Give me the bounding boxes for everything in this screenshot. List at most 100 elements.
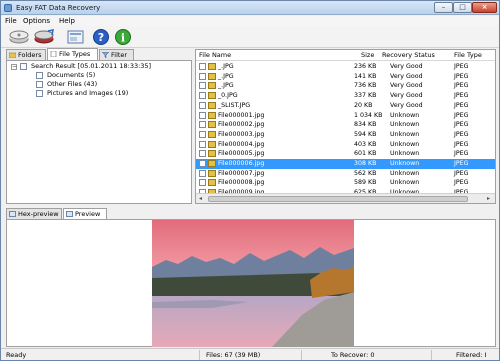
column-file-name[interactable]: File Name [199,51,231,59]
title-bar[interactable]: Easy FAT Data Recovery – □ × [1,1,499,15]
table-row[interactable]: File000004.jpg 403 KB Unknown JPEG [196,140,495,150]
row-checkbox[interactable] [199,160,206,167]
tree-item-checkbox[interactable] [36,72,43,79]
scrollbar-thumb[interactable] [208,196,468,202]
disk-icon[interactable] [9,29,29,45]
tree-item-label: Documents (5) [47,71,96,79]
cell-file-type: JPEG [454,92,469,100]
status-divider [199,350,200,360]
table-row[interactable]: File000001.jpg 1 034 KB Unknown JPEG [196,111,495,121]
info-icon[interactable]: i [115,29,131,45]
row-checkbox[interactable] [199,150,206,158]
row-checkbox[interactable] [199,111,206,119]
row-checkbox[interactable] [199,101,206,109]
cell-recovery-status: Very Good [390,82,423,90]
cell-file-type: JPEG [454,82,469,90]
disk-recover-icon[interactable] [33,29,55,45]
cell-file-name: _0.JPG [218,92,238,100]
scroll-left-arrow[interactable]: ◂ [199,195,202,202]
jpeg-file-icon [208,179,216,187]
tab-filter-label: Filter [111,51,128,59]
table-row[interactable]: File000002.jpg 834 KB Unknown JPEG [196,120,495,130]
maximize-button[interactable]: □ [453,2,472,13]
status-bar: Ready Files: 67 (39 MB) To Recover: 0 Fi… [1,348,499,360]
row-checkbox[interactable] [199,72,206,80]
column-file-type[interactable]: File Type [454,51,482,59]
status-ready: Ready [6,351,27,359]
tree-collapse-toggle[interactable]: − [11,64,17,70]
table-row[interactable]: File000003.jpg 594 KB Unknown JPEG [196,130,495,140]
menu-options[interactable]: Options [23,17,50,25]
jpeg-file-icon [208,92,216,100]
svg-text:?: ? [98,31,104,44]
cell-recovery-status: Unknown [390,169,420,177]
row-checkbox[interactable] [199,63,206,70]
jpeg-file-icon [208,101,216,109]
tree-root-checkbox[interactable] [20,63,27,70]
cell-recovery-status: Unknown [390,140,420,148]
close-button[interactable]: × [472,2,497,13]
tree-item-checkbox[interactable] [36,90,43,97]
jpeg-file-icon [208,121,216,129]
menu-file[interactable]: File [5,17,17,25]
cell-size: 594 KB [354,130,377,138]
table-row[interactable]: File000007.jpg 562 KB Unknown JPEG [196,169,495,179]
svg-text:i: i [121,32,125,45]
help-icon[interactable]: ? [93,29,109,45]
row-checkbox[interactable] [199,92,206,100]
row-checkbox[interactable] [199,169,206,177]
tab-folders[interactable]: Folders [6,49,46,60]
menu-help[interactable]: Help [59,17,75,25]
row-checkbox[interactable] [199,130,206,138]
cell-file-name: _SLIST.JPG [218,101,251,109]
cell-size: 20 KB [354,101,373,109]
cell-size: 834 KB [354,121,377,129]
table-row[interactable]: _.JPG 736 KB Very Good JPEG [196,81,495,91]
table-row[interactable]: _.JPG 141 KB Very Good JPEG [196,72,495,82]
tab-hex-preview[interactable]: Hex-preview [6,208,62,219]
column-size[interactable]: Size [361,51,374,59]
row-checkbox[interactable] [199,82,206,90]
tree-item-checkbox[interactable] [36,81,43,88]
list-header: File Name Size Recovery Status File Type [196,50,495,61]
jpeg-file-icon [208,111,216,119]
jpeg-file-icon [208,169,216,177]
tab-file-types[interactable]: File Types [47,48,98,60]
jpeg-file-icon [208,82,216,90]
filter-icon [102,52,109,58]
column-recovery-status[interactable]: Recovery Status [382,51,435,59]
table-row[interactable]: File000008.jpg 589 KB Unknown JPEG [196,178,495,188]
cell-file-type: JPEG [454,160,469,167]
jpeg-file-icon [208,160,216,167]
cell-file-type: JPEG [454,101,469,109]
tab-filter[interactable]: Filter [99,49,134,60]
scroll-right-arrow[interactable]: ▸ [487,195,490,202]
status-divider [301,350,302,360]
file-types-tree: − Search Result [05.01.2011 18:33:35] Do… [6,60,192,204]
menu-bar: File Options Help [1,16,499,26]
status-files: Files: 67 (39 MB) [206,351,261,359]
cell-file-name: _.JPG [218,63,234,70]
cell-file-type: JPEG [454,179,469,187]
cell-size: 141 KB [354,72,377,80]
wizard-icon[interactable] [67,29,85,45]
image-icon [66,211,73,217]
cell-file-type: JPEG [454,72,469,80]
table-row[interactable]: _.JPG 236 KB Very Good JPEG [196,62,495,72]
table-row[interactable]: _0.JPG 337 KB Very Good JPEG [196,91,495,101]
horizontal-scrollbar[interactable]: ◂ ▸ [196,193,495,203]
cell-size: 736 KB [354,82,377,90]
table-row[interactable]: File000006.jpg 308 KB Unknown JPEG [196,159,495,169]
cell-file-type: JPEG [454,130,469,138]
row-checkbox[interactable] [199,140,206,148]
tab-preview[interactable]: Preview [63,208,107,219]
row-checkbox[interactable] [199,179,206,187]
row-checkbox[interactable] [199,121,206,129]
cell-size: 589 KB [354,179,377,187]
table-row[interactable]: File000005.jpg 601 KB Unknown JPEG [196,149,495,159]
cell-recovery-status: Unknown [390,121,420,129]
table-row[interactable]: _SLIST.JPG 20 KB Very Good JPEG [196,101,495,111]
cell-size: 1 034 KB [354,111,383,119]
cell-size: 236 KB [354,63,377,70]
minimize-button[interactable]: – [434,2,453,13]
